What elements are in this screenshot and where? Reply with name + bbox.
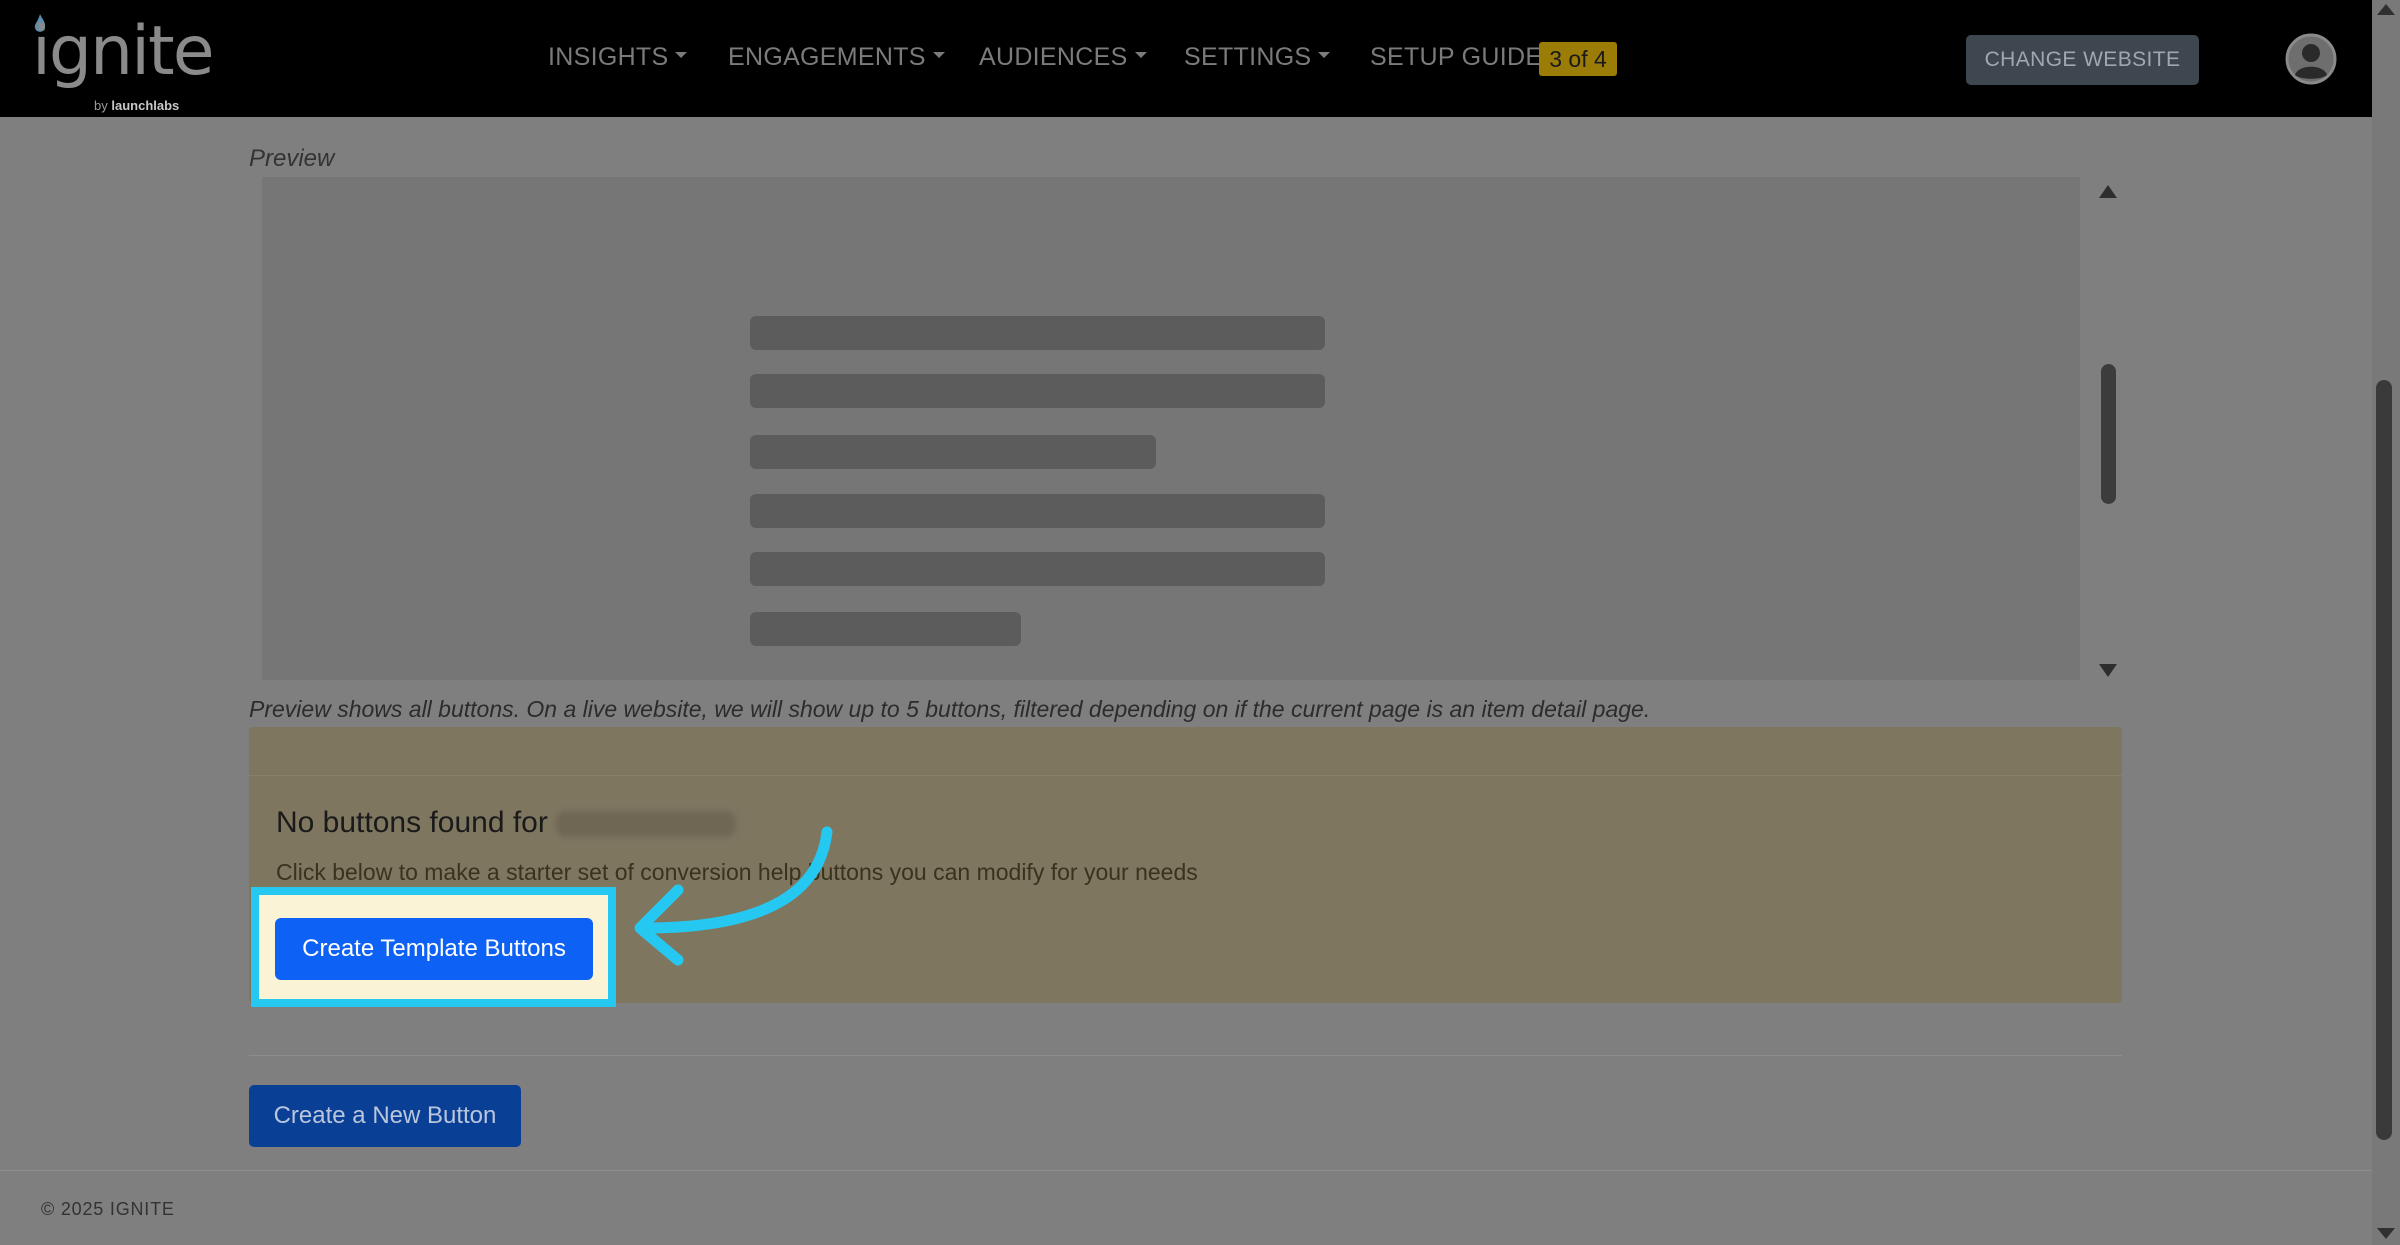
scroll-up-arrow-icon[interactable] xyxy=(2099,185,2117,198)
scroll-down-arrow-icon[interactable] xyxy=(2099,664,2117,677)
preview-frame xyxy=(262,177,2080,680)
change-website-button[interactable]: CHANGE WEBSITE xyxy=(1966,35,2199,85)
footer-copyright: © 2025 IGNITE xyxy=(41,1199,175,1219)
preview-heading: Preview xyxy=(249,145,335,172)
skeleton-bar xyxy=(750,612,1021,646)
nav-insights[interactable]: INSIGHTS xyxy=(548,43,688,72)
top-navbar: ignite by launchlabs INSIGHTS ENGAGEMENT… xyxy=(0,0,2372,117)
nav-engagements[interactable]: ENGAGEMENTS xyxy=(728,43,945,72)
nav-engagements-label: ENGAGEMENTS xyxy=(728,43,926,71)
caret-down-icon xyxy=(1318,52,1331,59)
nav-setup-guide[interactable]: SETUP GUIDE xyxy=(1370,43,1542,72)
preview-scrollbar[interactable] xyxy=(2094,177,2122,680)
caret-down-icon xyxy=(932,52,945,59)
page-scrollbar[interactable] xyxy=(2372,0,2400,1245)
create-new-button[interactable]: Create a New Button xyxy=(249,1085,521,1147)
user-circle-icon[interactable] xyxy=(2285,33,2337,85)
caret-down-icon xyxy=(675,52,688,59)
skeleton-bar xyxy=(750,316,1325,350)
skeleton-bar xyxy=(750,494,1325,528)
skeleton-bar xyxy=(750,374,1325,408)
footer-divider xyxy=(0,1170,2372,1171)
skeleton-bar xyxy=(750,552,1325,586)
divider xyxy=(249,775,2122,776)
scroll-down-arrow-icon[interactable] xyxy=(2377,1228,2395,1239)
preview-note: Preview shows all buttons. On a live web… xyxy=(249,696,1651,722)
alert-title-text: No buttons found for xyxy=(276,806,548,839)
nav-settings-label: SETTINGS xyxy=(1184,43,1312,71)
setup-progress-badge: 3 of 4 xyxy=(1539,42,1617,76)
caret-down-icon xyxy=(1134,52,1147,59)
preview-scroll-thumb[interactable] xyxy=(2101,364,2116,504)
nav-insights-label: INSIGHTS xyxy=(548,43,669,71)
nav-audiences[interactable]: AUDIENCES xyxy=(979,43,1147,72)
nav-audiences-label: AUDIENCES xyxy=(979,43,1128,71)
section-divider xyxy=(249,1055,2122,1056)
create-template-buttons-button[interactable]: Create Template Buttons xyxy=(275,918,593,980)
nav-setup-guide-label: SETUP GUIDE xyxy=(1370,43,1543,71)
skeleton-bar xyxy=(750,435,1156,469)
scroll-up-arrow-icon[interactable] xyxy=(2377,4,2395,15)
pointer-arrow-icon xyxy=(634,826,833,966)
page-scroll-thumb[interactable] xyxy=(2376,380,2392,1140)
nav-settings[interactable]: SETTINGS xyxy=(1184,43,1331,72)
